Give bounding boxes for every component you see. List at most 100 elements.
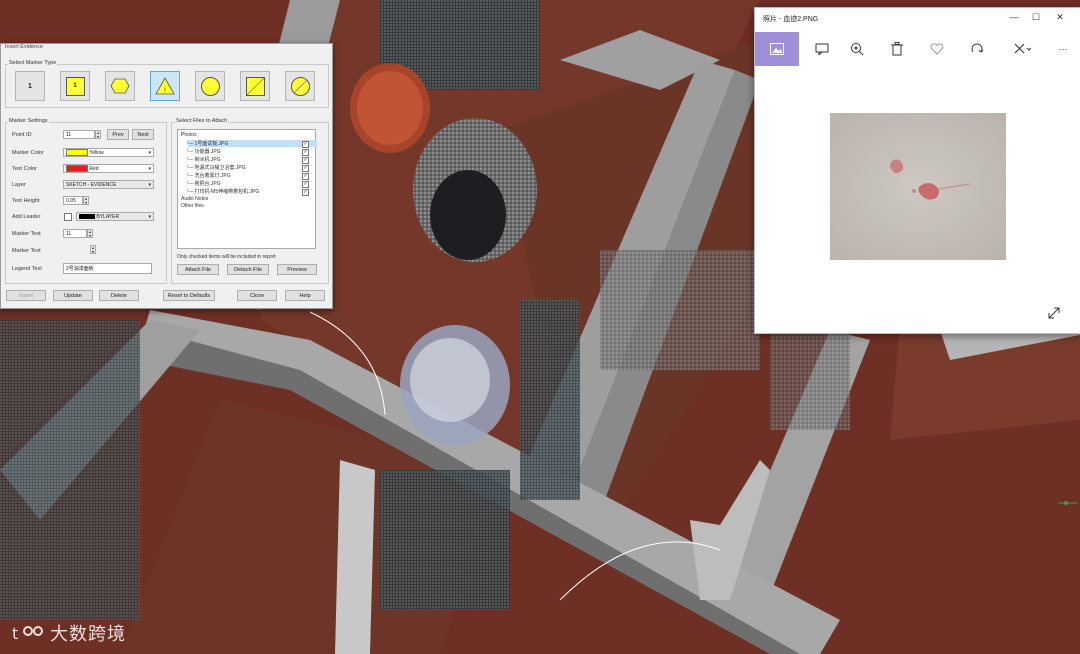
yellow-hexagon-icon [110,78,130,94]
add-leader-label: Add Leader [12,214,41,220]
point-id-label: Point ID [12,132,32,138]
trash-icon [891,42,903,56]
insert-button[interactable]: Insert [6,290,46,301]
watermark: t 大数跨境 [12,620,126,646]
photos-folder[interactable]: Photos [181,132,197,138]
file-checkbox[interactable]: ✓ [302,141,309,148]
text-height-spinner[interactable]: ▴ ▾ [83,196,89,205]
chevron-down-icon: ▾ [148,150,151,156]
delete-photo-button[interactable] [875,32,919,66]
maximize-button[interactable]: ☐ [1029,11,1043,23]
preview-button[interactable]: Preview [277,264,317,275]
photos-viewer-window: 照片 - 血迹2.PNG — ☐ ✕ ··· [754,7,1080,334]
attach-file-button[interactable]: Attach File [177,264,219,275]
text-color-label: Text Color [12,166,37,172]
attachment-tree[interactable]: Photos └─ 1号面试板.JPG ✓ └─ 功能器.JPG ✓ └─ 制冰… [177,129,317,249]
expand-button[interactable] [1047,306,1061,320]
detach-file-button[interactable]: Detach File [227,264,269,275]
reset-defaults-button[interactable]: Reset to Defaults [163,290,215,301]
yellow-split-square-icon [245,76,265,96]
file-checkbox[interactable]: ✓ [302,181,309,188]
file-item[interactable]: └─ 打印机-M5伸缩带着包机.JPG [186,188,259,195]
marker-settings-group-label: Marker Settings [8,118,49,124]
marker-type-triangle-1[interactable]: ! [150,71,180,101]
comment-icon [815,43,829,55]
svg-text:t: t [12,624,18,643]
chevron-down-icon: ▾ [148,166,151,172]
yellow-square-icon: 1 [65,76,85,96]
more-icon: ··· [1058,44,1068,54]
marker-text-spinner[interactable]: ▴ ▾ [87,229,93,238]
file-checkbox[interactable]: ✓ [302,149,309,156]
legend-text-field[interactable]: 2号油漆面板 [63,263,152,274]
marker-text2-spinner[interactable]: ▴ ▾ [90,245,96,254]
view-image-button[interactable] [755,32,799,66]
leader-color-select[interactable]: BYLAYER ▾ [76,212,154,221]
file-checkbox[interactable]: ✓ [302,189,309,196]
marker-type-circle-1[interactable] [195,71,225,101]
text-height-field[interactable]: 0.05 [63,196,83,205]
expand-diagonal-icon [1048,307,1060,319]
marker-type-square-1[interactable]: 1 [60,71,90,101]
text-height-label: Text Height [12,198,40,204]
marker-color-label: Marker Color [12,150,44,156]
zoom-in-icon [851,43,864,56]
rotate-button[interactable] [955,32,999,66]
help-button[interactable]: Help [285,290,325,301]
marker-color-swatch [66,149,88,156]
heart-icon [930,43,944,55]
watermark-text: 大数跨境 [50,624,126,645]
viewer-title: 照片 - 血迹2.PNG [763,16,819,23]
file-item[interactable]: └─ 拖把台.JPG [186,180,221,187]
text-color-select[interactable]: Red ▾ [63,164,154,173]
close-button[interactable]: Close [237,290,277,301]
update-button[interactable]: Update [53,290,93,301]
delete-button[interactable]: Delete [99,290,139,301]
text-color-swatch [66,165,88,172]
add-leader-checkbox[interactable] [64,213,72,221]
marker-type-square-split[interactable] [240,71,270,101]
close-window-button[interactable]: ✕ [1053,11,1067,23]
prev-button[interactable]: Prev [107,129,129,140]
edit-button[interactable] [1000,32,1044,66]
file-checkbox[interactable]: ✓ [302,157,309,164]
file-checkbox[interactable]: ✓ [302,165,309,172]
photo-image[interactable] [830,113,1006,260]
audio-notes-folder[interactable]: Audio Notes [181,196,208,202]
file-item[interactable]: └─ 1号面试板.JPG [186,140,228,147]
file-item[interactable]: └─ 制冰机.JPG [186,156,221,163]
favorite-button[interactable] [915,32,959,66]
marker-color-select[interactable]: Yellow ▾ [63,148,154,157]
leader-color-swatch [79,214,95,220]
minimize-button[interactable]: — [1007,11,1021,23]
marker-text-field[interactable]: 11 [63,229,87,238]
report-note: Only checked items will be included in r… [177,254,276,260]
marker-type-plain-1[interactable]: 1 [15,71,45,101]
more-button[interactable]: ··· [1045,32,1080,66]
file-item[interactable]: └─ 洗台着靠灯.JPG [186,172,231,179]
insert-evidence-dialog: Insert Evidence Select Marker Type 1 1 !… [0,43,333,309]
layer-select[interactable]: SKETCH - EVIDENCE ▾ [63,180,154,189]
point-id-field[interactable]: 11 [63,130,95,139]
file-checkbox[interactable]: ✓ [302,173,309,180]
chevron-down-icon: ▾ [148,214,151,220]
next-button[interactable]: Next [132,129,154,140]
yellow-circle-icon [200,76,220,96]
point-id-spinner[interactable]: ▴ ▾ [95,130,101,139]
marker-type-hexagon-1[interactable] [105,71,135,101]
yellow-triangle-icon: ! [155,77,175,95]
marker-type-circle-split[interactable] [285,71,315,101]
file-item[interactable]: └─ 功能器.JPG [186,148,221,155]
layer-label: Layer [12,182,26,188]
marker-type-group-label: Select Marker Type [8,60,58,66]
edit-create-icon [1014,43,1031,54]
zoom-button[interactable] [835,32,879,66]
bloodstain-photo [830,113,1006,260]
yellow-split-circle-icon [290,76,310,96]
dialog-title: Insert Evidence [5,44,43,50]
other-files-folder[interactable]: Other files [181,203,204,209]
rotate-icon [971,43,984,53]
file-item[interactable]: └─ 地漏式马桶卫浴套.JPG [186,164,246,171]
marker-text-label: Marker Text [12,231,41,237]
image-icon [770,43,784,55]
